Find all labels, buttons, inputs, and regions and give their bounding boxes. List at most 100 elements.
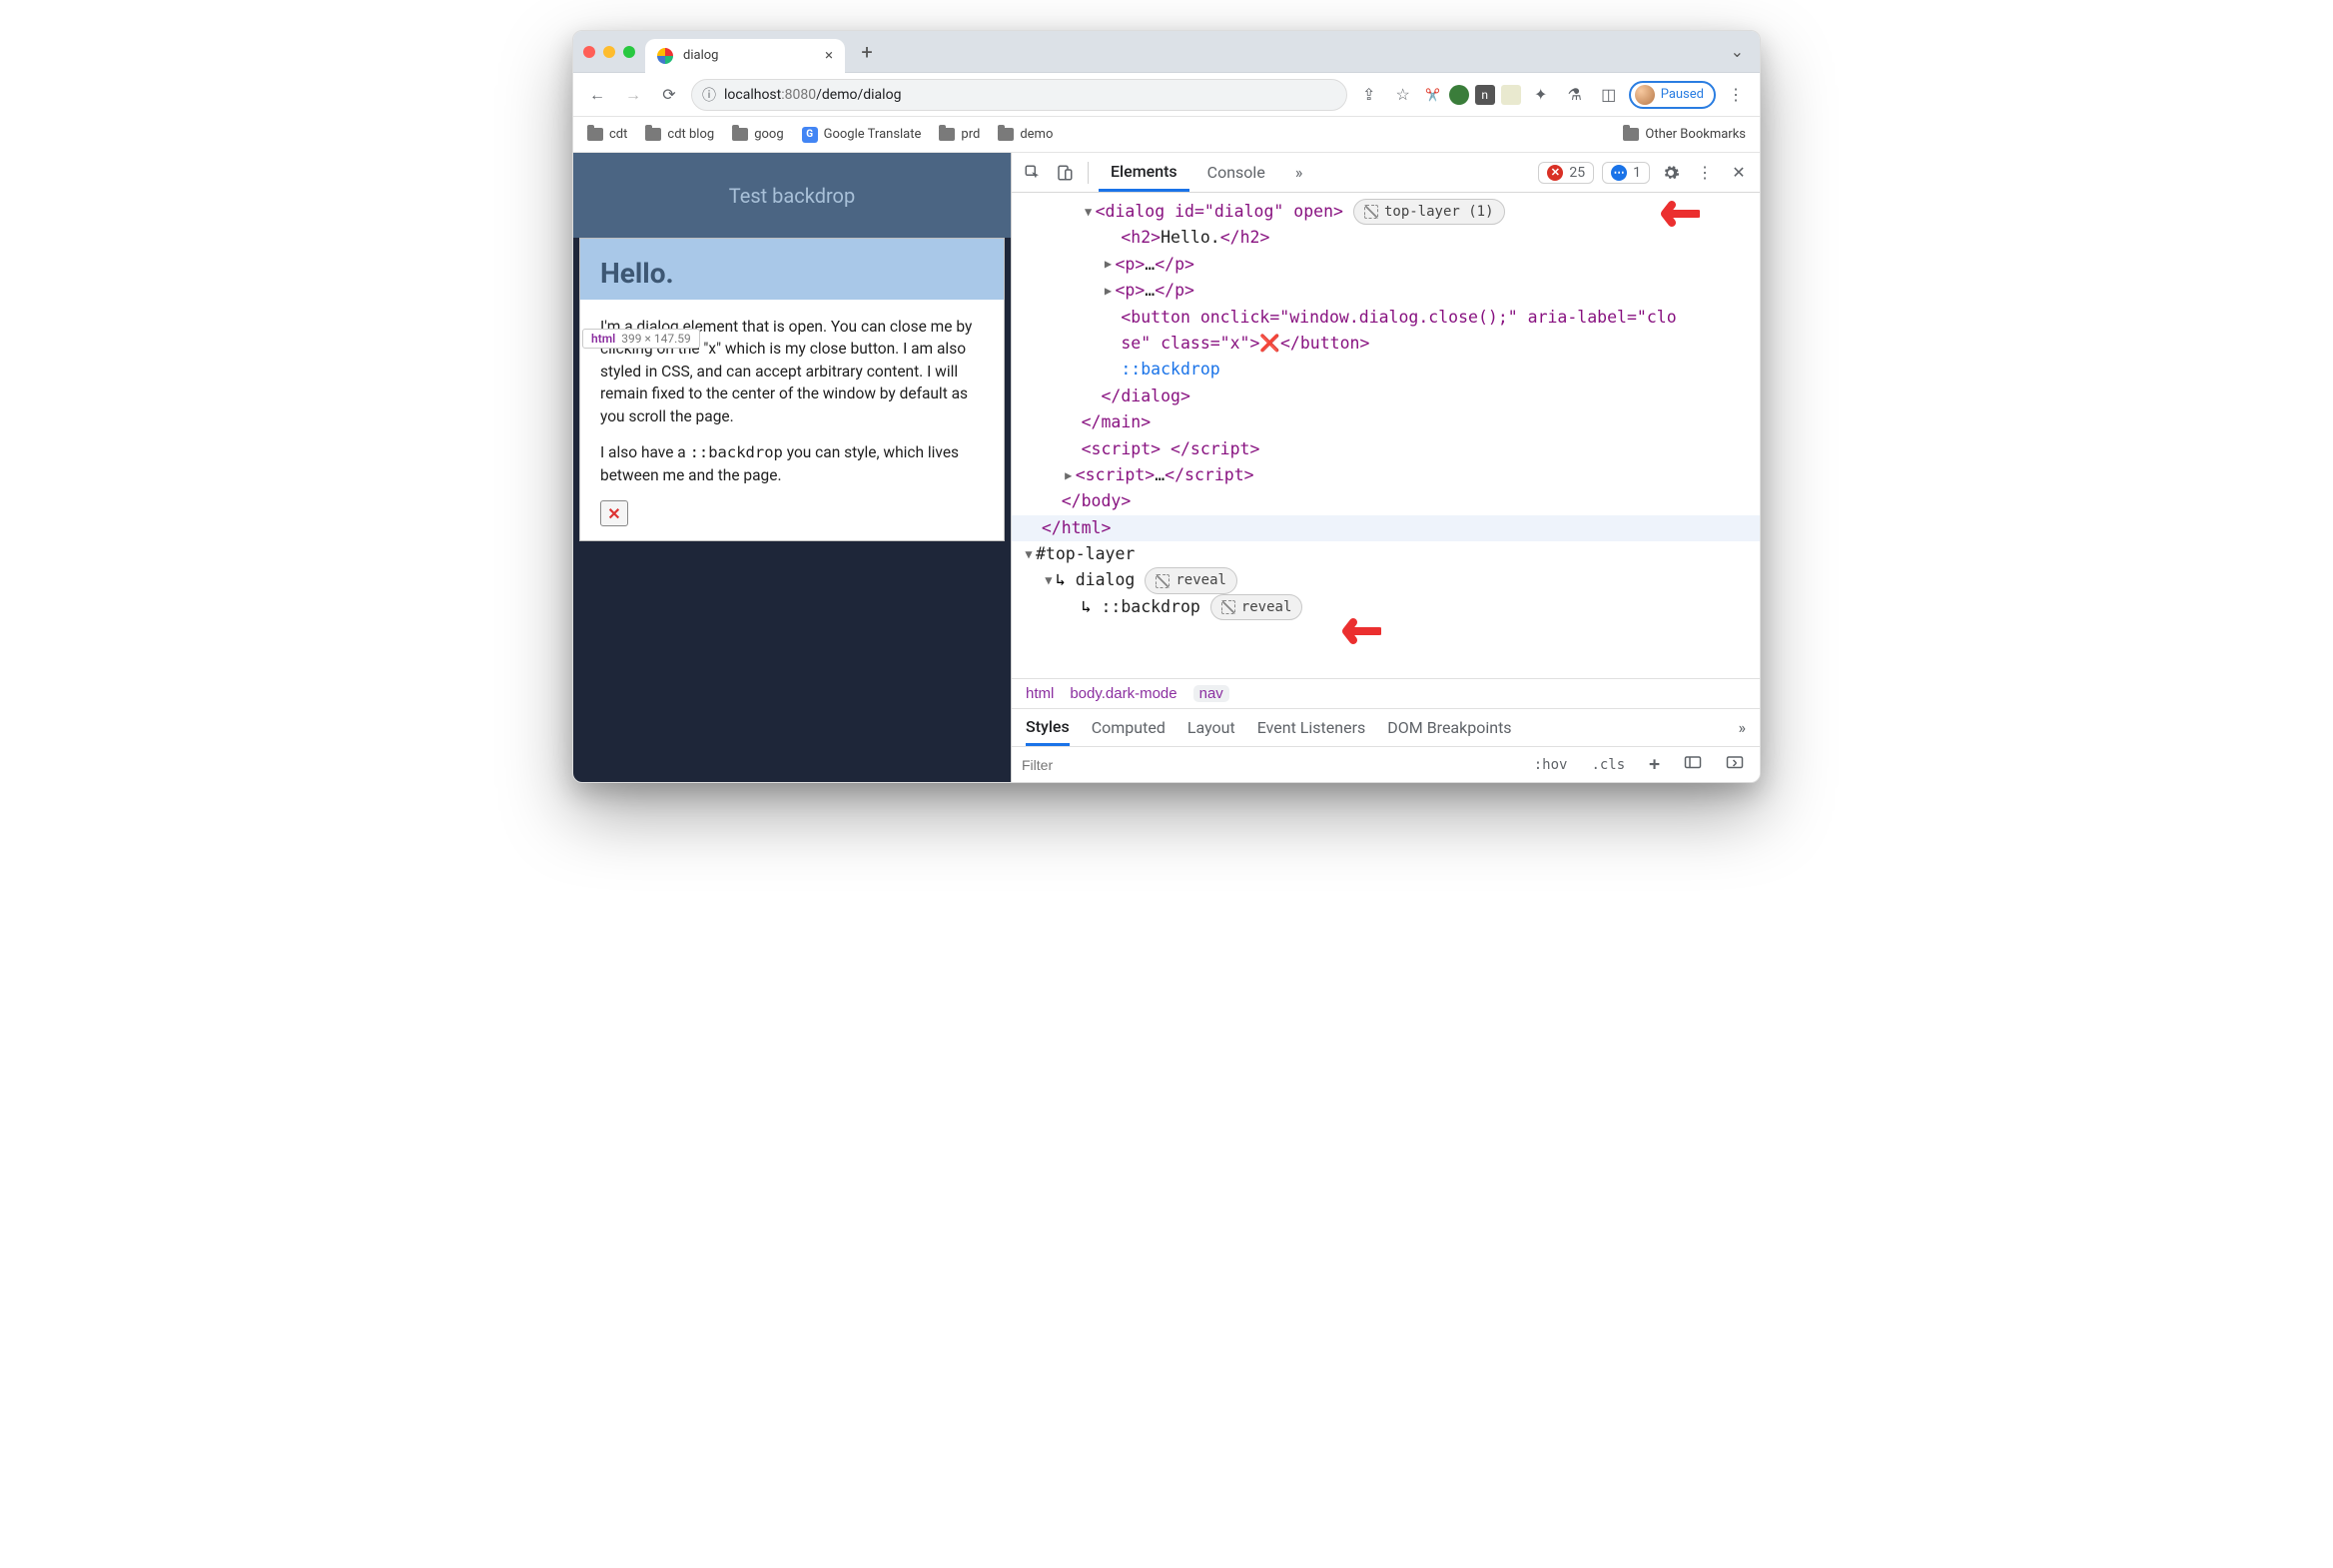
- page-header[interactable]: Test backdrop: [573, 153, 1011, 238]
- other-bookmarks[interactable]: Other Bookmarks: [1623, 127, 1746, 142]
- inspect-tooltip: html 399 × 147.59: [582, 329, 700, 349]
- tabs-dropdown-button[interactable]: ⌄: [1721, 42, 1754, 61]
- devtools-toolbar: Elements Console » ✕25 ⋯1 ⋮ ✕: [1012, 153, 1760, 193]
- dom-node-button[interactable]: <button onclick="window.dialog.close();"…: [1022, 305, 1756, 331]
- dom-node-main-close[interactable]: </main>: [1022, 409, 1756, 435]
- url-port: :8080: [781, 87, 816, 103]
- folder-icon: [645, 128, 661, 141]
- subtab-styles[interactable]: Styles: [1026, 709, 1070, 746]
- dialog-title: Hello.: [600, 257, 984, 290]
- styles-subtabs: Styles Computed Layout Event Listeners D…: [1012, 708, 1760, 746]
- share-icon[interactable]: ⇪: [1355, 81, 1383, 109]
- toggle-sidebar-icon[interactable]: [1720, 755, 1750, 775]
- subtab-computed[interactable]: Computed: [1092, 709, 1166, 746]
- dom-node-h2[interactable]: <h2>Hello.</h2>: [1022, 225, 1756, 251]
- bookmark-goog[interactable]: goog: [732, 127, 783, 142]
- reveal-badge[interactable]: reveal: [1210, 594, 1303, 620]
- extensions-puzzle-icon[interactable]: ✦: [1527, 81, 1555, 109]
- hov-toggle[interactable]: :hov: [1528, 757, 1574, 773]
- forward-button[interactable]: →: [619, 81, 647, 109]
- dom-node-body-close[interactable]: </body>: [1022, 488, 1756, 514]
- labs-flask-icon[interactable]: ⚗: [1561, 81, 1589, 109]
- tab-strip: dialog × + ⌄: [573, 31, 1760, 73]
- dom-node-top-layer[interactable]: ▼#top-layer: [1022, 541, 1756, 567]
- bookmark-prd[interactable]: prd: [939, 127, 980, 142]
- styles-toolbar: :hov .cls +: [1012, 746, 1760, 782]
- site-info-icon[interactable]: ⓘ: [702, 85, 716, 105]
- subtab-event-listeners[interactable]: Event Listeners: [1257, 709, 1366, 746]
- subtab-dom-breakpoints[interactable]: DOM Breakpoints: [1387, 709, 1511, 746]
- crumb-body[interactable]: body.dark-mode: [1070, 685, 1176, 702]
- annotation-arrow-icon: [1650, 199, 1700, 229]
- settings-gear-icon[interactable]: [1658, 160, 1684, 186]
- window-controls: [581, 46, 645, 58]
- devtools-close-icon[interactable]: ✕: [1726, 160, 1752, 186]
- dom-node-script[interactable]: <script> </script>: [1022, 436, 1756, 462]
- bookmarks-bar: cdt cdt blog goog GGoogle Translate prd …: [573, 117, 1760, 153]
- tab-overflow[interactable]: »: [1283, 153, 1315, 192]
- top-layer-badge[interactable]: top-layer (1): [1353, 199, 1505, 225]
- side-panel-icon[interactable]: ◫: [1595, 81, 1623, 109]
- tab-title: dialog: [683, 48, 718, 63]
- info-count-badge[interactable]: ⋯1: [1602, 162, 1650, 184]
- dialog-highlight: Hello.: [580, 239, 1004, 300]
- elements-tree[interactable]: ▼<dialog id="dialog" open>top-layer (1) …: [1012, 193, 1760, 678]
- bookmark-cdt-blog[interactable]: cdt blog: [645, 127, 714, 142]
- cls-toggle[interactable]: .cls: [1585, 757, 1631, 773]
- dom-node-p[interactable]: ▶<p>…</p>: [1022, 252, 1756, 278]
- reload-button[interactable]: ⟳: [655, 81, 683, 109]
- tab-elements[interactable]: Elements: [1099, 153, 1189, 192]
- close-icon: ✕: [607, 504, 620, 523]
- menu-kebab-icon[interactable]: ⋮: [1722, 81, 1750, 109]
- folder-icon: [998, 128, 1014, 141]
- back-button[interactable]: ←: [583, 81, 611, 109]
- bookmark-google-translate[interactable]: GGoogle Translate: [802, 127, 922, 143]
- extension-scissors-icon[interactable]: ✂️: [1423, 85, 1443, 105]
- error-count-badge[interactable]: ✕25: [1538, 162, 1594, 184]
- dom-node-button-cont[interactable]: se" class="x">❌</button>: [1022, 331, 1756, 357]
- crumb-nav[interactable]: nav: [1193, 685, 1229, 702]
- devtools-menu-icon[interactable]: ⋮: [1692, 160, 1718, 186]
- dom-node-p[interactable]: ▶<p>…</p>: [1022, 278, 1756, 304]
- tab-console[interactable]: Console: [1195, 153, 1277, 192]
- computed-toggle-icon[interactable]: [1678, 755, 1708, 775]
- folder-icon: [587, 128, 603, 141]
- dialog-close-button[interactable]: ✕: [600, 500, 628, 526]
- tab-close-icon[interactable]: ×: [825, 48, 833, 63]
- dom-node-top-layer-dialog[interactable]: ▼↳ dialogreveal: [1022, 567, 1756, 593]
- dom-node-script-collapsed[interactable]: ▶<script>…</script>: [1022, 462, 1756, 488]
- filter-input[interactable]: [1022, 757, 1516, 773]
- extension-n-icon[interactable]: n: [1475, 85, 1495, 105]
- folder-icon: [732, 128, 748, 141]
- reveal-badge[interactable]: reveal: [1145, 567, 1237, 593]
- select-icon: [1156, 574, 1169, 588]
- dom-node-backdrop[interactable]: ::backdrop: [1022, 357, 1756, 383]
- toolbar-right: ⇪ ☆ ✂️ n ✦ ⚗ ◫ Paused ⋮: [1355, 81, 1750, 109]
- page-preview: Test backdrop Hello. html 399 × 147.59 I…: [573, 153, 1011, 782]
- dialog-element: Hello. html 399 × 147.59 I'm a dialog el…: [579, 238, 1005, 541]
- folder-icon: [939, 128, 955, 141]
- bookmark-demo[interactable]: demo: [998, 127, 1053, 142]
- bookmark-star-icon[interactable]: ☆: [1389, 81, 1417, 109]
- subtab-overflow[interactable]: »: [1739, 709, 1747, 746]
- address-bar[interactable]: ⓘ localhost:8080/demo/dialog: [691, 79, 1347, 111]
- extension-green-icon[interactable]: [1449, 85, 1469, 105]
- dom-node-dialog[interactable]: ▼<dialog id="dialog" open>top-layer (1): [1022, 199, 1756, 225]
- minimize-window-button[interactable]: [603, 46, 615, 58]
- dom-node-html-close[interactable]: </html>: [1012, 515, 1760, 541]
- inspect-element-icon[interactable]: [1020, 160, 1046, 186]
- browser-tab[interactable]: dialog ×: [645, 39, 845, 73]
- dom-node-dialog-close[interactable]: </dialog>: [1022, 384, 1756, 409]
- device-toolbar-icon[interactable]: [1052, 160, 1078, 186]
- maximize-window-button[interactable]: [623, 46, 635, 58]
- bookmark-cdt[interactable]: cdt: [587, 127, 627, 142]
- extension-beige-icon[interactable]: [1501, 85, 1521, 105]
- profile-chip[interactable]: Paused: [1629, 81, 1716, 109]
- new-tab-button[interactable]: +: [853, 38, 881, 66]
- dom-node-top-layer-backdrop[interactable]: ↳ ::backdropreveal: [1022, 594, 1756, 620]
- crumb-html[interactable]: html: [1026, 685, 1054, 702]
- subtab-layout[interactable]: Layout: [1187, 709, 1235, 746]
- new-rule-button[interactable]: +: [1643, 754, 1666, 775]
- content-area: Test backdrop Hello. html 399 × 147.59 I…: [573, 153, 1760, 782]
- close-window-button[interactable]: [583, 46, 595, 58]
